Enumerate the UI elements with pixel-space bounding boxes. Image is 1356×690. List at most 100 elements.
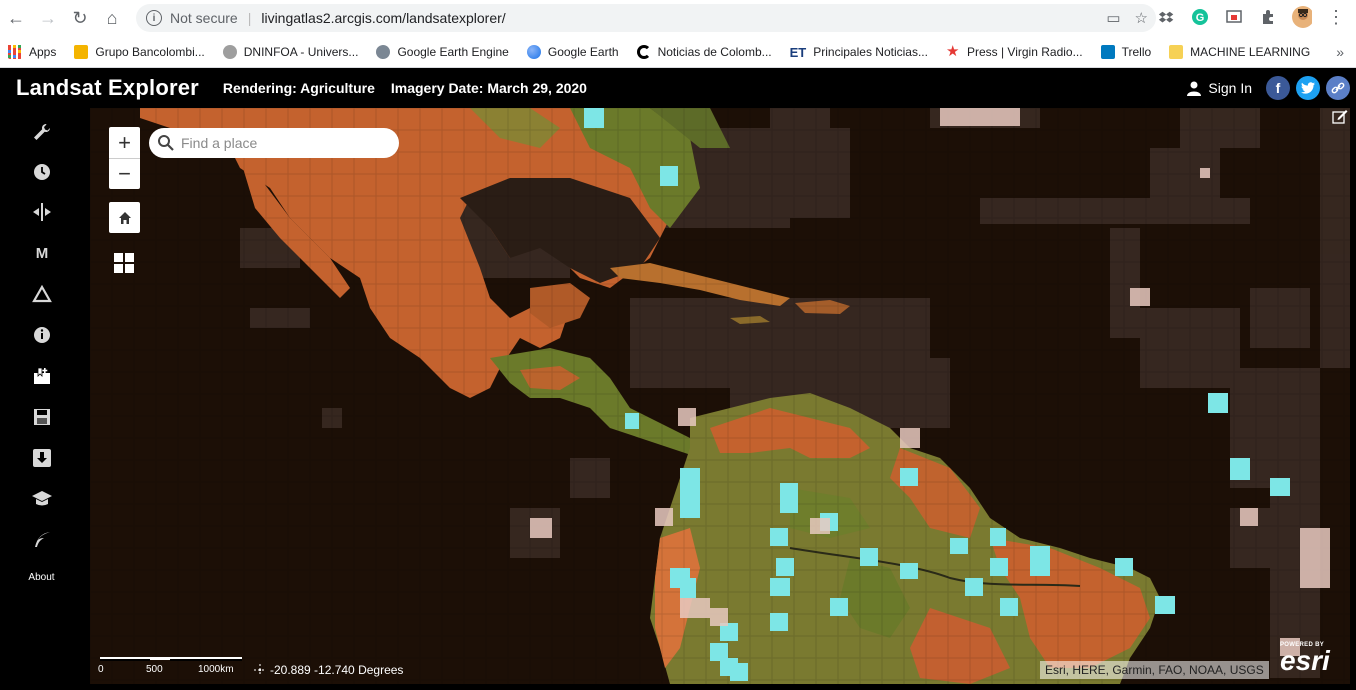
coordinates-text: -20.889 -12.740 Degrees [270, 663, 404, 677]
trello-icon [1100, 44, 1115, 59]
screen-capture-icon[interactable] [1224, 7, 1244, 27]
bookmark-google-earth-engine[interactable]: Google Earth Engine [376, 44, 509, 59]
star-icon[interactable]: ☆ [1135, 9, 1148, 27]
imagery-date-label: Imagery Date: March 29, 2020 [390, 80, 587, 96]
bookmark-label: Grupo Bancolombi... [95, 44, 205, 59]
dropbox-icon[interactable] [1156, 7, 1176, 27]
bookmark-label: Principales Noticias... [813, 44, 928, 59]
triangle-icon[interactable] [28, 280, 56, 308]
scale-label-1000: 1000km [198, 664, 234, 675]
bookmark-label: Noticias de Colomb... [657, 44, 772, 59]
browser-toolbar: ← → ↻ ⌂ i Not secure | livingatlas2.arcg… [0, 0, 1356, 36]
education-icon[interactable] [28, 485, 56, 513]
bookmark-label: Press | Virgin Radio... [966, 44, 1083, 59]
facebook-icon[interactable]: f [1266, 76, 1290, 100]
esri-logo[interactable]: POWERED BY esri [1280, 642, 1350, 682]
rendering-label: Rendering: Agriculture [222, 80, 375, 96]
bookmark-principales-noticias[interactable]: ET Principales Noticias... [789, 44, 928, 60]
scale-label-500: 500 [146, 664, 163, 675]
bookmark-grupo-bancolombia[interactable]: Grupo Bancolombi... [74, 44, 205, 59]
earth-engine-icon [376, 44, 391, 59]
apps-grid-icon [8, 44, 22, 59]
map-attribution: Esri, HERE, Garmin, FAO, NOAA, USGS [1040, 661, 1269, 679]
svg-text:G: G [1196, 12, 1205, 24]
bookmark-trello[interactable]: Trello [1100, 44, 1152, 59]
search-icon [158, 135, 174, 151]
bookmarks-bar: Apps Grupo Bancolombi... DNINFOA - Unive… [0, 36, 1356, 68]
map-border [90, 684, 1356, 690]
zoom-in-button[interactable]: + [109, 127, 140, 158]
info-icon[interactable]: i [146, 10, 162, 26]
bookmark-label: Apps [29, 44, 57, 59]
bookmark-apps[interactable]: Apps [8, 44, 57, 59]
google-earth-icon [526, 44, 541, 59]
cast-icon[interactable]: ▭ [1106, 9, 1120, 27]
app-title: Landsat Explorer [16, 75, 199, 100]
back-icon[interactable]: ← [0, 2, 32, 34]
search-box [149, 128, 399, 158]
bookmark-noticias-colombia[interactable]: Noticias de Colomb... [636, 44, 772, 59]
address-bar[interactable]: i Not secure | livingatlas2.arcgis.com/l… [136, 4, 1156, 32]
bookmark-label: DNINFOA - Univers... [243, 44, 359, 59]
profile-avatar-icon[interactable] [1292, 6, 1312, 28]
tool-sidebar: M About [0, 108, 90, 690]
map-border [1350, 108, 1356, 690]
sign-in-label: Sign In [1208, 80, 1252, 96]
bancolombia-icon [74, 44, 89, 59]
bookmark-machine-learning[interactable]: MACHINE LEARNING [1169, 44, 1311, 59]
url-text[interactable]: livingatlas2.arcgis.com/landsatexplorer/ [261, 10, 505, 26]
home-extent-button[interactable] [109, 202, 140, 233]
compare-icon[interactable] [28, 198, 56, 226]
edit-icon[interactable] [1332, 108, 1350, 126]
reload-icon[interactable]: ↻ [64, 2, 96, 34]
forward-icon[interactable]: → [32, 2, 64, 34]
bookmark-dninfoa[interactable]: DNINFOA - Univers... [222, 44, 359, 59]
satellite-imagery [90, 108, 1350, 684]
menu-icon[interactable]: ⋮ [1326, 7, 1346, 27]
home-icon[interactable]: ⌂ [96, 2, 128, 34]
extensions-icon[interactable] [1258, 7, 1278, 27]
bookmark-add-icon[interactable] [28, 362, 56, 390]
security-label: Not secure [170, 10, 238, 26]
coordinate-readout: -20.889 -12.740 Degrees [254, 663, 403, 677]
zoom-control: + − [109, 127, 140, 189]
download-icon[interactable] [28, 444, 56, 472]
twitter-icon[interactable] [1296, 76, 1320, 100]
bookmark-label: Google Earth Engine [397, 44, 509, 59]
home-icon [118, 211, 131, 224]
scale-bar-line [100, 657, 242, 661]
bookmark-label: Trello [1121, 44, 1152, 59]
et-icon: ET [789, 44, 807, 60]
clock-icon[interactable] [28, 158, 56, 186]
map-view[interactable]: + − 0 500 1000km -20.889 -12.740 Degrees… [90, 108, 1350, 684]
info-icon[interactable] [28, 321, 56, 349]
bookmark-label: Google Earth [547, 44, 619, 59]
scale-bar: 0 500 1000km [98, 656, 248, 680]
bookmark-virgin-radio[interactable]: ★ Press | Virgin Radio... [945, 42, 1083, 60]
zoom-out-button[interactable]: − [109, 158, 140, 189]
star-red-icon: ★ [945, 42, 960, 60]
save-icon[interactable] [28, 403, 56, 431]
bookmark-label: MACHINE LEARNING [1190, 44, 1311, 59]
bookmark-google-earth[interactable]: Google Earth [526, 44, 619, 59]
noticias-icon [636, 44, 651, 59]
search-input[interactable] [181, 135, 381, 151]
basemap-gallery-button[interactable] [112, 251, 136, 275]
grammarly-icon[interactable]: G [1190, 7, 1210, 27]
about-link[interactable]: About [0, 572, 83, 583]
user-icon [1187, 81, 1202, 96]
link-icon[interactable] [1326, 76, 1350, 100]
scale-label-0: 0 [98, 664, 104, 675]
folder-icon [1169, 44, 1184, 59]
crosshair-icon [254, 664, 266, 676]
esri-wordmark: esri [1280, 645, 1330, 676]
app-header: Landsat Explorer Rendering: Agriculture … [0, 68, 1356, 108]
divider: | [247, 10, 252, 26]
sign-in-button[interactable]: Sign In [1186, 80, 1252, 96]
university-icon [222, 44, 237, 59]
wrench-icon[interactable] [28, 118, 56, 146]
grid-icon [114, 253, 134, 273]
m-icon[interactable]: M [28, 239, 56, 267]
quill-icon[interactable] [28, 526, 56, 554]
bookmarks-overflow-button[interactable]: » [1336, 44, 1344, 60]
